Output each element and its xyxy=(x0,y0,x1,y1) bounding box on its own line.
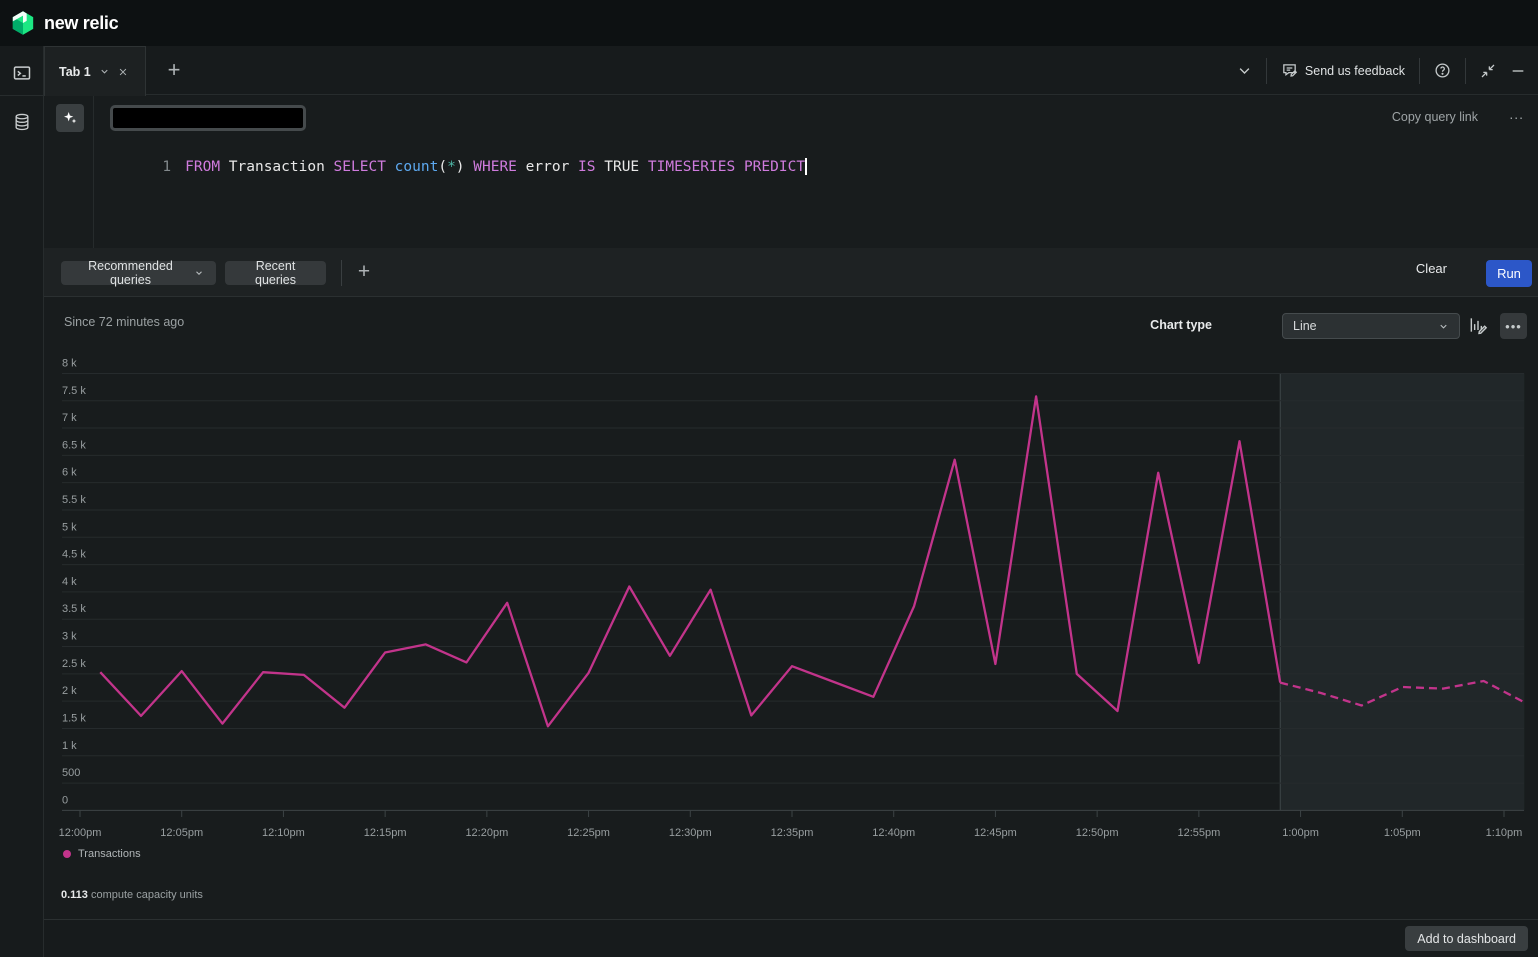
divider xyxy=(1465,58,1466,84)
tab-close-icon[interactable] xyxy=(118,67,128,77)
divider xyxy=(1266,58,1267,84)
account-picker-redacted[interactable] xyxy=(110,105,306,131)
divider xyxy=(341,260,342,286)
time-range-label: Since 72 minutes ago xyxy=(64,315,184,329)
run-button[interactable]: Run xyxy=(1486,260,1532,287)
chart-more-icon[interactable]: ••• xyxy=(1500,313,1527,339)
tab-1-label: Tab 1 xyxy=(59,65,91,79)
chart-legend[interactable]: Transactions xyxy=(63,848,141,860)
add-to-dashboard-button[interactable]: Add to dashboard xyxy=(1405,926,1528,951)
new-relic-logo[interactable]: new relic xyxy=(10,10,118,36)
new-relic-logo-icon xyxy=(10,10,36,36)
clear-button[interactable]: Clear xyxy=(1416,261,1447,276)
nrql-query-text: FROM Transaction SELECT count(*) WHERE e… xyxy=(185,159,805,175)
recent-queries-label: Recent queries xyxy=(237,259,314,287)
new-tab-button[interactable]: + xyxy=(160,56,188,84)
sidebar-divider xyxy=(0,95,43,96)
chart-type-select[interactable]: Line xyxy=(1282,313,1460,339)
recommended-queries-button[interactable]: Recommended queries xyxy=(61,261,216,285)
tab-strip: Tab 1 + Send us feedback xyxy=(44,46,1538,95)
logo-text: new relic xyxy=(44,13,118,34)
app-window: new relic Tab 1 xyxy=(0,0,1538,957)
panel-chevron-down-icon[interactable] xyxy=(1237,63,1252,78)
compute-capacity: 0.113 compute capacity units xyxy=(61,889,203,901)
legend-label: Transactions xyxy=(78,848,141,860)
compute-value: 0.113 xyxy=(61,889,88,901)
console-icon[interactable] xyxy=(12,63,32,83)
text-cursor xyxy=(805,158,807,175)
collapse-icon[interactable] xyxy=(1480,63,1496,79)
chevron-down-icon xyxy=(194,268,204,278)
editor-gutter xyxy=(44,96,94,248)
query-toolbar: Recommended queries Recent queries + Cle… xyxy=(44,248,1538,297)
recommended-queries-label: Recommended queries xyxy=(73,259,188,287)
chart-panel: Since 72 minutes ago Chart type Line •••… xyxy=(44,297,1538,919)
help-icon[interactable] xyxy=(1434,62,1451,79)
line-number: 1 xyxy=(162,159,171,175)
query-more-icon[interactable]: ... xyxy=(1509,106,1524,122)
chevron-down-icon xyxy=(1438,321,1449,332)
query-code-line[interactable]: 1 FROM Transaction SELECT count(*) WHERE … xyxy=(110,142,807,191)
bottom-bar: Add to dashboard xyxy=(44,919,1538,957)
send-feedback-button[interactable]: Send us feedback xyxy=(1281,62,1405,79)
ai-assist-button[interactable] xyxy=(56,104,84,132)
sparkle-icon xyxy=(62,110,78,126)
tab-chevron-down-icon[interactable] xyxy=(99,66,110,77)
top-header: new relic xyxy=(0,0,1538,46)
legend-dot xyxy=(63,850,71,858)
left-sidebar xyxy=(0,46,44,957)
database-icon[interactable] xyxy=(12,112,32,132)
add-query-button[interactable]: + xyxy=(350,258,378,286)
feedback-icon xyxy=(1281,62,1298,79)
chart-type-label: Chart type xyxy=(1150,318,1212,332)
recent-queries-button[interactable]: Recent queries xyxy=(225,261,326,285)
minimize-icon[interactable] xyxy=(1510,63,1526,79)
copy-query-link[interactable]: Copy query link xyxy=(1392,110,1478,124)
chart-type-value: Line xyxy=(1293,319,1317,333)
customize-chart-icon[interactable] xyxy=(1468,315,1490,337)
divider xyxy=(1419,58,1420,84)
send-feedback-label: Send us feedback xyxy=(1305,64,1405,78)
query-editor-panel: Copy query link ... 1 FROM Transaction SE… xyxy=(44,96,1538,248)
tab-1[interactable]: Tab 1 xyxy=(44,46,146,96)
compute-label: compute capacity units xyxy=(91,889,203,901)
